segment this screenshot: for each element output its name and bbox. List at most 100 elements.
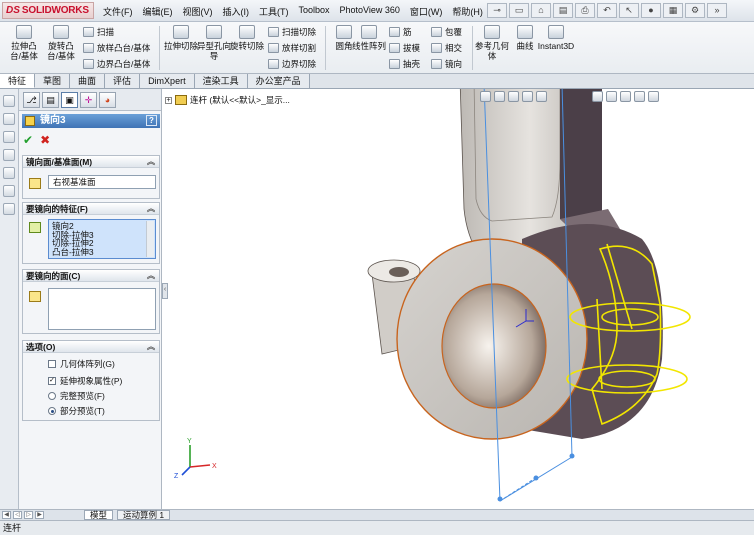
edit-appearance-icon[interactable] — [620, 91, 631, 102]
dimxpert-tab-icon[interactable]: ✛ — [80, 92, 97, 108]
list-scrollbar[interactable] — [146, 221, 154, 257]
menu-tools[interactable]: 工具(T) — [254, 5, 294, 18]
extrude-cut-button[interactable]: 拉伸切除 — [163, 25, 199, 51]
mirror-button[interactable]: 镜向 — [431, 58, 462, 70]
select-icon[interactable]: ↖ — [619, 3, 639, 18]
menu-toolbox[interactable]: Toolbox — [294, 5, 335, 18]
menu-edit[interactable]: 编辑(E) — [138, 5, 178, 18]
revolve-cut-button[interactable]: 旋转切除 — [229, 25, 265, 51]
partial-preview-option[interactable]: 部分预览(T) — [48, 405, 105, 417]
next-tab-icon[interactable]: ▷ — [24, 511, 33, 519]
full-preview-option[interactable]: 完整预览(F) — [48, 390, 105, 402]
resources-icon[interactable] — [3, 95, 15, 107]
wrap-button[interactable]: 包覆 — [431, 26, 462, 38]
tab-dimxpert[interactable]: DimXpert — [140, 74, 195, 88]
part-name[interactable]: 连杆 (默认<<默认>_显示... — [190, 94, 290, 106]
tab-render-tools[interactable]: 渲染工具 — [194, 74, 248, 88]
rebuild-icon[interactable]: ● — [641, 3, 661, 18]
tab-motion-study[interactable]: 运动算例 1 — [117, 510, 171, 520]
mirror-plane-header[interactable]: 镜向面/基准面(M) ︽ — [23, 156, 159, 168]
faces-list[interactable] — [48, 288, 156, 330]
ok-button[interactable]: ✔ — [23, 133, 33, 147]
view-settings-icon[interactable] — [648, 91, 659, 102]
prev-tab-icon[interactable]: ◁ — [13, 511, 22, 519]
help-icon[interactable]: ? — [146, 115, 157, 126]
list-item[interactable]: 凸台-拉伸3 — [52, 247, 155, 257]
swept-cut-button[interactable]: 扫描切除 — [268, 26, 316, 38]
last-tab-icon[interactable]: ▶ — [35, 511, 44, 519]
collapse-icon[interactable]: ︽ — [147, 270, 155, 282]
shell-button[interactable]: 抽壳 — [389, 58, 420, 70]
features-to-mirror-header[interactable]: 要镜向的特征(F) ︽ — [23, 203, 159, 215]
boundary-cut-button[interactable]: 边界切除 — [268, 58, 316, 70]
reference-geometry-button[interactable]: 参考几何体 — [474, 25, 510, 61]
geometry-pattern-option[interactable]: 几何体阵列(G) — [48, 358, 115, 370]
search-icon[interactable] — [3, 149, 15, 161]
part-viewport[interactable]: Y X Z — [162, 89, 754, 509]
boundary-boss-button[interactable]: 边界凸台/基体 — [83, 58, 150, 70]
revolve-boss-button[interactable]: 旋转凸台/基体 — [43, 25, 79, 61]
linear-pattern-button[interactable]: 线性阵列 — [351, 25, 387, 51]
zoom-to-fit-icon[interactable] — [480, 91, 491, 102]
save-icon[interactable]: ▤ — [553, 3, 573, 18]
plane-handle[interactable] — [569, 453, 575, 459]
menu-insert[interactable]: 插入(I) — [218, 5, 255, 18]
tab-evaluate[interactable]: 评估 — [105, 74, 141, 88]
custom-properties-icon[interactable] — [3, 203, 15, 215]
collapse-icon[interactable]: ︽ — [147, 156, 155, 168]
instant3d-button[interactable]: Instant3D — [536, 25, 576, 51]
configuration-manager-tab-icon[interactable]: ▣ — [61, 92, 78, 108]
tab-office-products[interactable]: 办公室产品 — [247, 74, 310, 88]
menu-photoview[interactable]: PhotoView 360 — [335, 5, 405, 18]
section-view-icon[interactable] — [522, 91, 533, 102]
propagate-visual-option[interactable]: ✓ 延伸视象属性(P) — [48, 375, 122, 387]
file-explorer-icon[interactable] — [3, 131, 15, 143]
tab-features[interactable]: 特征 — [0, 74, 36, 88]
collapse-icon[interactable]: ︽ — [147, 203, 155, 215]
lofted-cut-button[interactable]: 放样切割 — [268, 42, 316, 54]
extrude-boss-button[interactable]: 拉伸凸台/基体 — [6, 25, 42, 61]
first-tab-icon[interactable]: ◀ — [2, 511, 11, 519]
print-icon[interactable]: ⎙ — [575, 3, 595, 18]
full-preview-radio[interactable] — [48, 392, 56, 400]
draft-button[interactable]: 拔模 — [389, 42, 420, 54]
partial-preview-radio[interactable] — [48, 407, 56, 415]
zoom-to-area-icon[interactable] — [494, 91, 505, 102]
feature-manager-tab-icon[interactable]: ⎇ — [23, 92, 40, 108]
expand-icon[interactable]: + — [165, 96, 172, 104]
menu-help[interactable]: 帮助(H) — [447, 5, 488, 18]
hole-wizard-button[interactable]: 异型孔向导 — [196, 25, 232, 61]
options-header[interactable]: 选项(O) ︽ — [23, 341, 159, 353]
appearances-icon[interactable] — [3, 185, 15, 197]
geometry-pattern-checkbox[interactable] — [48, 360, 56, 368]
faces-to-mirror-header[interactable]: 要镜向的面(C) ︽ — [23, 270, 159, 282]
intersect-button[interactable]: 相交 — [431, 42, 462, 54]
tab-surfaces[interactable]: 曲面 — [70, 74, 106, 88]
previous-view-icon[interactable] — [508, 91, 519, 102]
undo-icon[interactable]: ↶ — [597, 3, 617, 18]
sweep-button[interactable]: 扫描 — [83, 26, 114, 38]
scene-icon[interactable] — [634, 91, 645, 102]
menu-view[interactable]: 视图(V) — [178, 5, 218, 18]
options-icon[interactable]: ⚙ — [685, 3, 705, 18]
graphics-area[interactable]: Y X Z + 连杆 (默认<<默认>_显示... — [162, 89, 754, 509]
overflow-icon[interactable]: » — [707, 3, 727, 18]
menu-window[interactable]: 窗口(W) — [405, 5, 448, 18]
rib-button[interactable]: 筋 — [389, 26, 412, 38]
open-icon[interactable]: ⌂ — [531, 3, 551, 18]
display-manager-tab-icon[interactable]: ◕ — [99, 92, 116, 108]
tab-sketch[interactable]: 草图 — [35, 74, 71, 88]
solidworks-logo[interactable]: DS SOLIDWORKS — [2, 2, 94, 19]
collapse-icon[interactable]: ︽ — [147, 341, 155, 353]
view-orientation-icon[interactable] — [536, 91, 547, 102]
tab-model[interactable]: 模型 — [84, 510, 114, 520]
cancel-button[interactable]: ✖ — [40, 133, 50, 147]
view-palette-icon[interactable] — [3, 167, 15, 179]
display-style-icon[interactable] — [592, 91, 603, 102]
file-properties-icon[interactable]: ▦ — [663, 3, 683, 18]
pin-icon[interactable]: ⊸ — [487, 3, 507, 18]
plane-handle[interactable] — [533, 475, 539, 481]
plane-handle[interactable] — [497, 496, 503, 502]
features-list[interactable]: 镜向2 切除-拉伸3 切除-拉伸2 凸台-拉伸3 — [48, 219, 156, 259]
hide-show-items-icon[interactable] — [606, 91, 617, 102]
